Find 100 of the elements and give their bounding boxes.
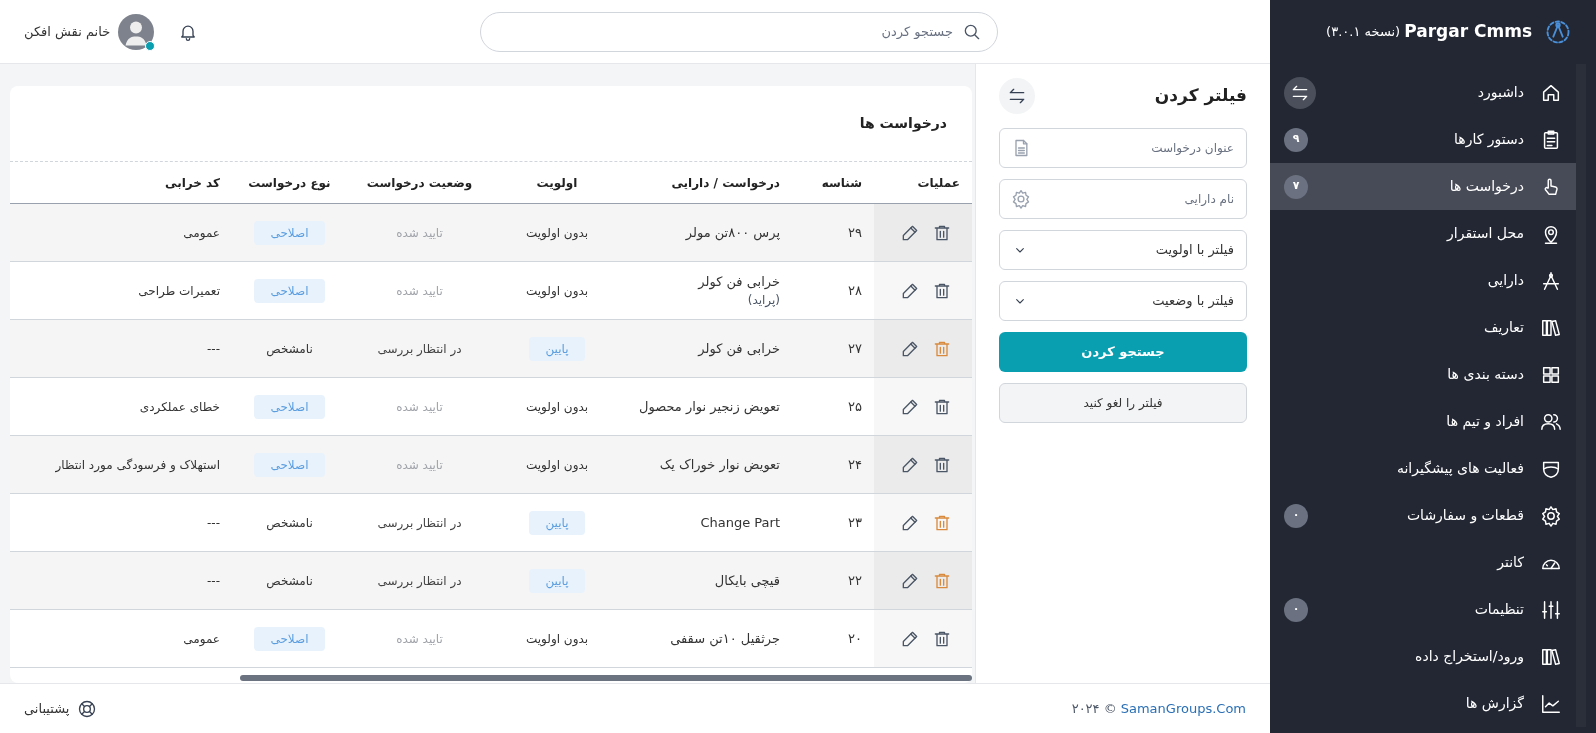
table-cell-text: ۲۵ bbox=[848, 397, 862, 416]
table-cell-text: ۲۳ bbox=[848, 513, 862, 532]
sidebar-label: تعاریف bbox=[1482, 318, 1524, 338]
sidebar-item[interactable]: داشبورد bbox=[1270, 69, 1576, 116]
column-header: عملیات bbox=[917, 175, 960, 190]
table-cell-text: بدون اولویت bbox=[525, 224, 589, 242]
table-cell-text: ۲۷ bbox=[848, 339, 862, 358]
sidebar-item[interactable]: فعالیت های پیشگیرانه bbox=[1270, 445, 1576, 492]
copyright-text: © ۲۰۲۴ bbox=[1071, 699, 1117, 718]
sidebar-item[interactable]: درخواست ها ۷ bbox=[1270, 163, 1576, 210]
swap-arrows-icon bbox=[1007, 86, 1027, 106]
collapse-button[interactable] bbox=[1284, 76, 1316, 109]
count-badge: ۹ bbox=[1284, 127, 1308, 152]
toggle-filter-button[interactable] bbox=[999, 78, 1035, 114]
table-cell-text: ۲۲ bbox=[848, 571, 862, 590]
count-badge: ۰ bbox=[1284, 503, 1308, 528]
table-cell-text: جرثقیل ۱۰تن سقفی bbox=[669, 629, 780, 649]
table-cell-text: خرابی فن کولر bbox=[696, 339, 780, 359]
table-cell-text: Change Part bbox=[699, 513, 780, 532]
table-cell-text: عمومی bbox=[183, 224, 220, 242]
gear-icon bbox=[1540, 504, 1562, 527]
sidebar-label: ورود/استخراج داده bbox=[1414, 647, 1524, 667]
table-cell-text: --- bbox=[207, 572, 220, 590]
status-text: در انتظار بررسی bbox=[377, 340, 462, 358]
support-link[interactable]: پشتیبانی bbox=[24, 698, 98, 719]
sidebar-item[interactable]: دارایی bbox=[1270, 257, 1576, 304]
sidebar-item[interactable]: دستور کارها ۹ bbox=[1270, 116, 1576, 163]
sidebar-item[interactable]: ورود/استخراج داده bbox=[1270, 633, 1576, 680]
sliders-icon bbox=[1540, 598, 1562, 621]
lifebuoy-icon bbox=[77, 698, 98, 719]
status-text: در انتظار بررسی bbox=[377, 514, 462, 532]
sidebar-label: افراد و تیم ها bbox=[1445, 412, 1524, 432]
table-cell-text: نامشخص bbox=[266, 514, 313, 532]
sidebar-item[interactable]: محل استقرار bbox=[1270, 210, 1576, 257]
table-cell-text: استهلاک و فرسودگی مورد انتظار bbox=[55, 456, 220, 474]
sidebar-item[interactable]: قطعات و سفارشات ۰ bbox=[1270, 492, 1576, 539]
table-cell-text: تعویض زنجیر نوار محصول bbox=[638, 397, 780, 417]
sidebar-label: کانتر bbox=[1495, 553, 1524, 573]
table-cell-text: تعویض نوار خوراک یک bbox=[658, 455, 780, 475]
type-tag: اصلاحی bbox=[254, 278, 325, 303]
avatar bbox=[118, 13, 155, 50]
status-text: تایید شده bbox=[396, 630, 443, 648]
table-cell-text: --- bbox=[207, 514, 220, 532]
dropdown[interactable]: فیلتر با وضعیت bbox=[999, 281, 1247, 321]
status-text: تایید شده bbox=[396, 398, 443, 416]
sidebar-label: فعالیت های پیشگیرانه bbox=[1395, 459, 1524, 479]
status-text: تایید شده bbox=[396, 456, 443, 474]
input-field[interactable]: عنوان درخواست bbox=[999, 128, 1247, 168]
sidebar-label: دارایی bbox=[1486, 271, 1524, 290]
table-cell-text: خرابی فن کولر bbox=[696, 272, 780, 292]
sidebar-item[interactable]: کانتر bbox=[1270, 539, 1576, 586]
status-text: تایید شده bbox=[396, 282, 443, 300]
table-cell-text: بدون اولویت bbox=[525, 630, 589, 648]
input-field[interactable]: نام دارایی bbox=[999, 179, 1247, 219]
clear-filter-button[interactable]: فیلتر را لغو کنید bbox=[999, 383, 1247, 423]
brand-name: Pargar Cmms bbox=[1404, 20, 1532, 44]
website-link[interactable]: SamanGroups.Com bbox=[1120, 698, 1246, 719]
table-cell-text: --- bbox=[207, 340, 220, 358]
sidebar-item[interactable]: گزارش ها bbox=[1270, 680, 1576, 727]
table-cell-text: ۲۸ bbox=[848, 281, 862, 300]
table-cell-text: قیچی بایکال bbox=[713, 571, 780, 590]
count-badge: ۰ bbox=[1284, 597, 1308, 622]
table-cell-text: ۲۴ bbox=[848, 455, 862, 474]
status-text: در انتظار بررسی bbox=[377, 572, 462, 590]
table-cell-text: خطای عملکردی bbox=[139, 398, 220, 416]
sidebar-label: تنظیمات bbox=[1473, 600, 1524, 619]
table-cell-text: عمومی bbox=[183, 630, 220, 648]
sidebar-item[interactable]: افراد و تیم ها bbox=[1270, 398, 1576, 445]
column-header: اولویت bbox=[536, 175, 578, 190]
type-tag: اصلاحی bbox=[254, 394, 325, 419]
table-title: درخواست ها bbox=[859, 114, 947, 134]
sidebar-item[interactable]: دسته بندی ها bbox=[1270, 351, 1576, 398]
sidebar-label: دستور کارها bbox=[1453, 130, 1524, 150]
column-header: نوع درخواست bbox=[248, 175, 331, 190]
table-cell-text: (پراید) bbox=[746, 292, 780, 310]
table-cell-text: نامشخص bbox=[266, 340, 313, 358]
sidebar-item[interactable]: تعاریف bbox=[1270, 304, 1576, 351]
compass-icon bbox=[1540, 269, 1562, 292]
type-tag: اصلاحی bbox=[254, 220, 325, 245]
table-cell-text: ۲۹ bbox=[848, 223, 862, 242]
scrollbar[interactable] bbox=[240, 675, 972, 681]
count-badge: ۷ bbox=[1284, 174, 1308, 199]
status-text: تایید شده bbox=[396, 224, 443, 242]
table-cell-text: تعمیرات طراحی bbox=[138, 282, 220, 300]
table-cell-text: ۲۰ bbox=[848, 629, 862, 648]
column-header: درخواست / دارایی bbox=[671, 175, 780, 190]
column-header: وضعیت درخواست bbox=[366, 175, 473, 190]
priority-tag: پایین bbox=[529, 568, 585, 593]
column-header: کد خرابی bbox=[165, 175, 220, 190]
table-cell-text: بدون اولویت bbox=[525, 398, 589, 416]
sidebar-label: محل استقرار bbox=[1445, 224, 1524, 244]
sidebar-item[interactable]: تنظیمات ۰ bbox=[1270, 586, 1576, 633]
table-cell-text: بدون اولویت bbox=[525, 456, 589, 474]
type-tag: اصلاحی bbox=[254, 452, 325, 477]
type-tag: اصلاحی bbox=[254, 626, 325, 651]
line-chart-icon bbox=[1540, 692, 1562, 715]
logo-icon bbox=[1544, 18, 1572, 46]
search-field[interactable]: جستجو کردن bbox=[480, 11, 998, 52]
gear-icon bbox=[1011, 189, 1031, 209]
dropdown[interactable]: فیلتر با اولویت bbox=[999, 230, 1247, 270]
